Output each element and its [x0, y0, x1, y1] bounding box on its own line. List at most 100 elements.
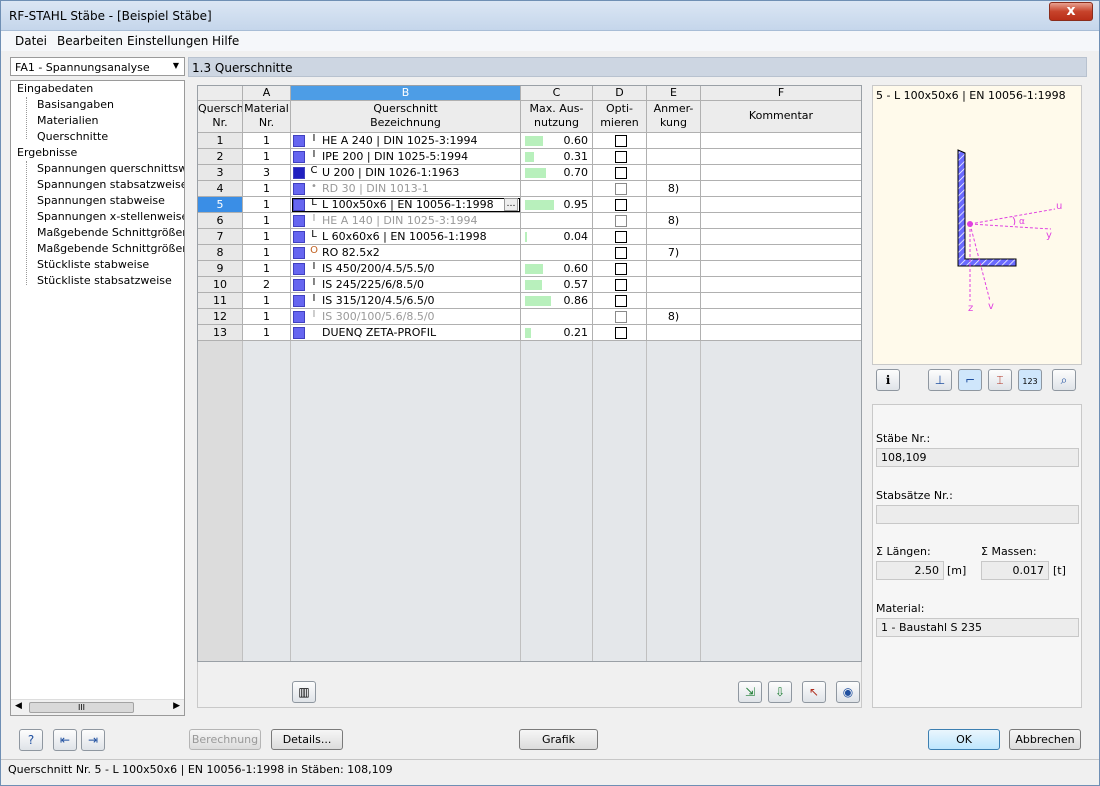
col-letter-b[interactable]: B	[291, 86, 521, 101]
browse-section-button[interactable]: …	[504, 198, 518, 211]
export-button[interactable]: ⇩	[768, 681, 792, 703]
material-cell[interactable]: 1	[243, 229, 291, 245]
material-cell[interactable]: 1	[243, 133, 291, 149]
menu-hilfe[interactable]: Hilfe	[212, 34, 239, 48]
tree-item-materialien[interactable]: Materialien	[37, 114, 98, 127]
material-cell[interactable]: 1	[243, 309, 291, 325]
section-cell[interactable]: I IS 245/225/6/8.5/0	[291, 277, 521, 293]
section-cell[interactable]: I IS 450/200/4.5/5.5/0	[291, 261, 521, 277]
material-cell[interactable]: 3	[243, 165, 291, 181]
optimize-checkbox[interactable]	[615, 135, 627, 147]
comment-cell[interactable]	[701, 277, 861, 293]
optimize-cell[interactable]	[593, 261, 647, 277]
section-cell[interactable]: C U 200 | DIN 1026-1:1963	[291, 165, 521, 181]
select-graphic-button[interactable]: ↖	[802, 681, 826, 703]
material-cell[interactable]: 1	[243, 149, 291, 165]
material-cell[interactable]: 1	[243, 245, 291, 261]
show-axes-button[interactable]: ⌐	[958, 369, 982, 391]
optimize-checkbox[interactable]	[615, 263, 627, 275]
row-number[interactable]: 2	[198, 149, 243, 165]
row-number[interactable]: 6	[198, 213, 243, 229]
section-cell[interactable]: • RD 30 | DIN 1013-1	[291, 181, 521, 197]
optimize-checkbox[interactable]	[615, 295, 627, 307]
view-button[interactable]: ◉	[836, 681, 860, 703]
row-number[interactable]: 3	[198, 165, 243, 181]
tree-header-ergebnisse[interactable]: Ergebnisse	[17, 146, 77, 159]
scroll-left-icon[interactable]: ◀	[15, 701, 22, 711]
material-cell[interactable]: 1	[243, 325, 291, 341]
optimize-cell[interactable]	[593, 197, 647, 213]
optimize-checkbox[interactable]	[615, 311, 627, 323]
optimize-cell[interactable]	[593, 213, 647, 229]
row-number[interactable]: 9	[198, 261, 243, 277]
optimize-checkbox[interactable]	[615, 231, 627, 243]
optimize-checkbox[interactable]	[615, 247, 627, 259]
optimize-cell[interactable]	[593, 133, 647, 149]
col-letter-a[interactable]: A	[243, 86, 291, 101]
optimize-cell[interactable]	[593, 309, 647, 325]
optimize-cell[interactable]	[593, 277, 647, 293]
show-dimensions-button[interactable]: ⊥	[928, 369, 952, 391]
optimize-checkbox[interactable]	[615, 199, 627, 211]
close-button[interactable]: x	[1049, 2, 1093, 21]
optimize-cell[interactable]	[593, 181, 647, 197]
comment-cell[interactable]	[701, 229, 861, 245]
import-button[interactable]: ⇲	[738, 681, 762, 703]
tree-item-schnittgroessen-2[interactable]: Maßgebende Schnittgrößen sta	[37, 242, 184, 255]
comment-cell[interactable]	[701, 293, 861, 309]
section-cell[interactable]: LL 100x50x6 | EN 10056-1:1998…	[291, 197, 521, 213]
tree-item-spannungen-x-stellenweise[interactable]: Spannungen x-stellenweise	[37, 210, 184, 223]
optimize-checkbox[interactable]	[615, 279, 627, 291]
tree-item-spannungen-stabweise[interactable]: Spannungen stabweise	[37, 194, 165, 207]
comment-cell[interactable]	[701, 245, 861, 261]
ok-button[interactable]: OK	[928, 729, 1000, 750]
menu-bearbeiten[interactable]: Bearbeiten	[57, 34, 123, 48]
comment-cell[interactable]	[701, 213, 861, 229]
comment-cell[interactable]	[701, 181, 861, 197]
optimize-cell[interactable]	[593, 325, 647, 341]
optimize-cell[interactable]	[593, 149, 647, 165]
library-button[interactable]: ▥	[292, 681, 316, 703]
material-cell[interactable]: 1	[243, 213, 291, 229]
show-values-button[interactable]: 123	[1018, 369, 1042, 391]
tree-item-querschnitte[interactable]: Querschnitte	[37, 130, 108, 143]
grafik-button[interactable]: Grafik	[519, 729, 598, 750]
optimize-checkbox[interactable]	[615, 327, 627, 339]
section-cell[interactable]: I HE A 240 | DIN 1025-3:1994	[291, 133, 521, 149]
tree-item-schnittgroessen-1[interactable]: Maßgebende Schnittgrößen sta	[37, 226, 184, 239]
row-number[interactable]: 7	[198, 229, 243, 245]
comment-cell[interactable]	[701, 261, 861, 277]
col-letter-e[interactable]: E	[647, 86, 701, 101]
section-cell[interactable]: I IPE 200 | DIN 1025-5:1994	[291, 149, 521, 165]
row-number[interactable]: 10	[198, 277, 243, 293]
comment-cell[interactable]	[701, 197, 861, 213]
optimize-checkbox[interactable]	[615, 151, 627, 163]
optimize-cell[interactable]	[593, 293, 647, 309]
optimize-cell[interactable]	[593, 165, 647, 181]
material-cell[interactable]: 1	[243, 293, 291, 309]
comment-cell[interactable]	[701, 325, 861, 341]
optimize-checkbox[interactable]	[615, 183, 627, 195]
menu-datei[interactable]: Datei	[15, 34, 47, 48]
optimize-cell[interactable]	[593, 245, 647, 261]
col-letter-d[interactable]: D	[593, 86, 647, 101]
optimize-cell[interactable]	[593, 229, 647, 245]
tree-horizontal-scrollbar[interactable]: ◀ III ▶	[11, 699, 184, 715]
berechnung-button[interactable]: Berechnung	[189, 729, 261, 750]
info-button[interactable]: ℹ	[876, 369, 900, 391]
tree-item-stueckliste-stabweise[interactable]: Stückliste stabweise	[37, 258, 149, 271]
optimize-checkbox[interactable]	[615, 167, 627, 179]
row-number[interactable]: 8	[198, 245, 243, 261]
row-number[interactable]: 5	[198, 197, 243, 213]
tree-item-stueckliste-stabsatzweise[interactable]: Stückliste stabsatzweise	[37, 274, 172, 287]
optimize-checkbox[interactable]	[615, 215, 627, 227]
comment-cell[interactable]	[701, 133, 861, 149]
material-cell[interactable]: 1	[243, 181, 291, 197]
row-number[interactable]: 4	[198, 181, 243, 197]
section-cell[interactable]: I IS 300/100/5.6/8.5/0	[291, 309, 521, 325]
row-number[interactable]: 1	[198, 133, 243, 149]
material-cell[interactable]: 2	[243, 277, 291, 293]
comment-cell[interactable]	[701, 149, 861, 165]
col-letter-c[interactable]: C	[521, 86, 593, 101]
comment-cell[interactable]	[701, 165, 861, 181]
